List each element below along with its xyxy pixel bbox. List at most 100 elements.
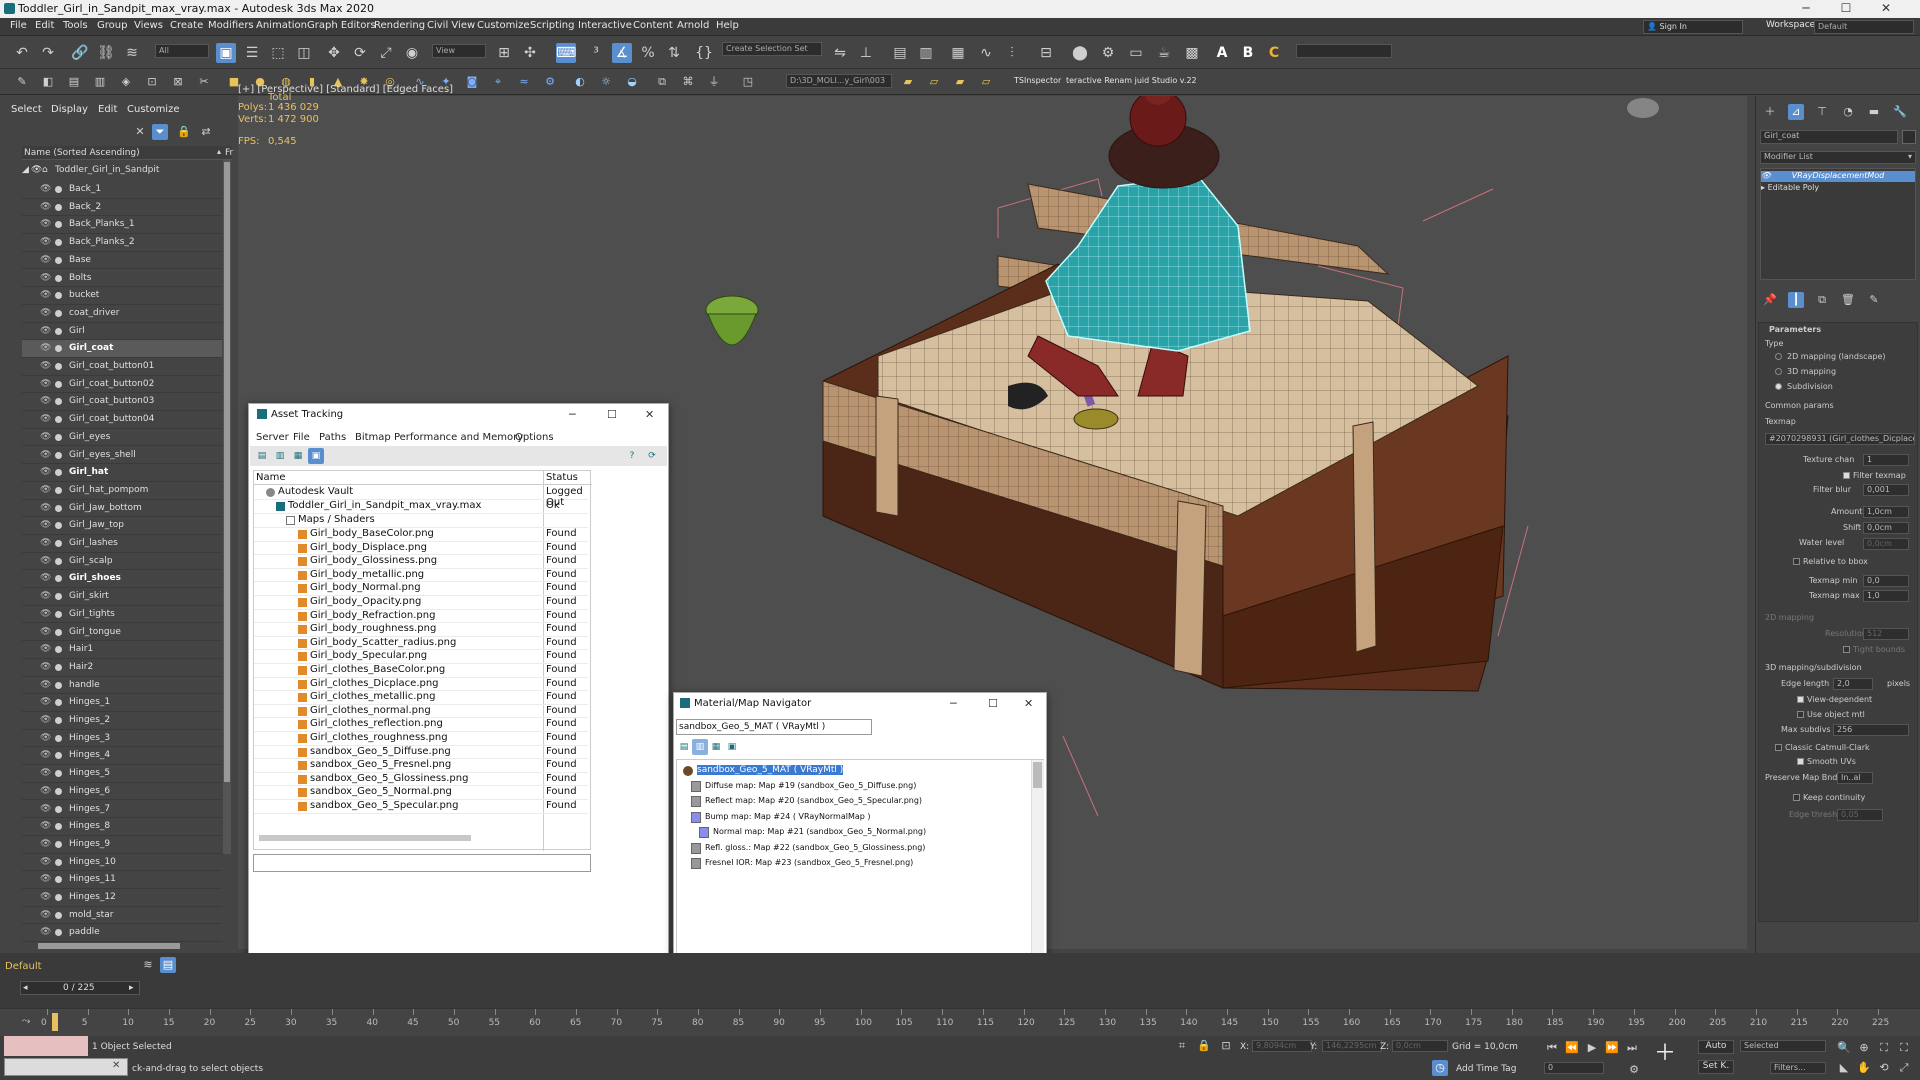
asset-path-field[interactable] (253, 854, 591, 872)
sign-in-dropdown[interactable]: 👤 Sign In (1643, 20, 1743, 34)
list-item[interactable]: 👁 Hair1 (22, 641, 222, 659)
filter-blur-spinner[interactable]: 0,001 (1863, 484, 1909, 496)
ts-inspector[interactable]: TSInspector (1014, 76, 1061, 85)
asset-view-4-icon[interactable]: ▣ (308, 448, 324, 464)
sync-icon[interactable]: ⇄ (198, 124, 214, 140)
object-paint-icon[interactable]: ▤ (66, 74, 82, 90)
freeform-icon[interactable]: ✎ (14, 74, 30, 90)
radio-2d-mapping[interactable] (1775, 353, 1782, 360)
menu-animation[interactable]: Animation (256, 20, 307, 31)
x-coord-field[interactable]: 9,8094cm (1252, 1040, 1312, 1052)
menu-tools[interactable]: Tools (63, 20, 88, 31)
maps-shaders-row[interactable]: Maps / Shaders (254, 514, 588, 528)
eye-icon[interactable]: 👁 (40, 606, 51, 623)
set-key-button[interactable]: Set K. (1698, 1060, 1734, 1074)
list-item[interactable]: 👁 Hinges_2 (22, 712, 222, 730)
next-frame-icon[interactable]: ⏩ (1604, 1040, 1620, 1056)
list-item[interactable]: 👁 Hinges_6 (22, 783, 222, 801)
shift-spinner[interactable]: 0,0cm (1863, 522, 1909, 534)
preserve-map-dropdown[interactable]: In..al (1837, 772, 1873, 784)
timeline[interactable]: ⤳ 0 5 10 15 20 25 30 35 40 45 50 55 60 65 70 75 80 85 90 95… (0, 1008, 1920, 1035)
eye-icon[interactable]: 👁 (40, 694, 51, 711)
create-key-icon[interactable]: ＋ (1654, 1043, 1676, 1065)
eye-icon[interactable]: 👁 (40, 553, 51, 570)
mirror-icon[interactable]: ⇋ (830, 43, 850, 63)
table-row[interactable]: Girl_body_roughness.png Found (254, 623, 588, 637)
rotate-icon[interactable]: ⟳ (350, 43, 370, 63)
eye-icon[interactable]: 👁 (40, 854, 51, 871)
select-object-icon[interactable]: ▣ (216, 43, 236, 63)
navigator-scrollbar-thumb[interactable] (1033, 762, 1042, 788)
graphite-icon[interactable]: ◈ (118, 74, 134, 90)
project-folder-icon[interactable]: ▰ (900, 74, 916, 90)
hscrollbar[interactable] (38, 943, 180, 949)
maximize-icon[interactable]: ☐ (1826, 1, 1866, 15)
list-item[interactable]: 👁 Girl_shoes (22, 570, 222, 589)
material-name-field[interactable]: sandbox_Geo_5_MAT ( VRayMtl ) (676, 719, 872, 735)
configure-sets-icon[interactable]: ✎ (1866, 292, 1882, 308)
list-item[interactable]: 👁 Girl_hat (22, 464, 222, 482)
close-prompt-icon[interactable]: ✕ (112, 1060, 120, 1071)
tab-edit[interactable]: Edit (98, 104, 117, 115)
menu-server[interactable]: Server (256, 432, 289, 443)
z-coord-field[interactable]: 0,0cm (1392, 1040, 1448, 1052)
vray-plane-icon[interactable]: ⏚ (706, 74, 722, 90)
place-icon[interactable]: ◉ (402, 43, 422, 63)
move-icon[interactable]: ✥ (324, 43, 344, 63)
vray-proxy-icon[interactable]: ⧉ (654, 74, 670, 90)
navigator-maximize-icon[interactable]: ☐ (988, 697, 998, 710)
workspace-dropdown[interactable]: Default (1814, 20, 1914, 34)
menu-customize[interactable]: Customize (477, 20, 530, 31)
list-item[interactable]: 👁 Bolts (22, 270, 222, 288)
make-unique-icon[interactable]: ⧉ (1814, 292, 1830, 308)
list-item[interactable]: 👁 Girl_scalp (22, 553, 222, 571)
maximize-viewport-icon[interactable]: ⤢ (1896, 1060, 1912, 1076)
menu-file[interactable]: File (10, 20, 27, 31)
auto-key-button[interactable]: Auto (1698, 1040, 1734, 1054)
pin-stack-icon[interactable]: 📌 (1762, 292, 1778, 308)
parameters-header[interactable]: Parameters (1769, 325, 1821, 334)
list-item[interactable]: 👁 Girl (22, 323, 222, 341)
table-row[interactable]: Girl_clothes_normal.png Found (254, 705, 588, 719)
project-path-dropdown[interactable]: D:\3D_MOLI...y_Girl\003 (786, 74, 892, 88)
table-row[interactable]: Girl_body_Glossiness.png Found (254, 555, 588, 569)
eye-icon[interactable]: 👁 (40, 588, 51, 605)
layer-explorer-icon[interactable]: ▥ (916, 43, 936, 63)
max-subdivs-spinner[interactable]: 256 (1833, 724, 1909, 736)
eye-icon[interactable]: 👁 (40, 783, 51, 800)
table-row[interactable]: sandbox_Geo_5_Glossiness.png Found (254, 773, 588, 787)
dialog-close-icon[interactable]: ✕ (645, 408, 654, 421)
tab-display[interactable]: Display (51, 104, 88, 115)
list-item[interactable]: 👁 Girl_skirt (22, 588, 222, 606)
renamer-tool[interactable]: teractive Renam juid Studio v.22 (1066, 76, 1197, 85)
pivot-icon[interactable]: ⊞ (494, 43, 514, 63)
eye-icon[interactable]: 👁 (40, 323, 51, 340)
bind-spacewarp-icon[interactable]: ≋ (122, 43, 142, 63)
asset-help-icon[interactable]: ? (624, 448, 640, 464)
eye-icon[interactable]: 👁 (40, 624, 51, 641)
menu-edit[interactable]: Edit (35, 20, 54, 31)
tool-7-icon[interactable]: ⊠ (170, 74, 186, 90)
table-row[interactable]: sandbox_Geo_5_Diffuse.png Found (254, 746, 588, 760)
ribbon-icon[interactable]: ▦ (948, 43, 968, 63)
table-row[interactable]: Girl_clothes_reflection.png Found (254, 718, 588, 732)
viewport-layout-dropdown[interactable] (1296, 44, 1392, 58)
menu-create[interactable]: Create (170, 20, 203, 31)
menu-help[interactable]: Help (716, 20, 739, 31)
list-item[interactable]: 👁 Girl_Jaw_top (22, 517, 222, 535)
table-row[interactable]: sandbox_Geo_5_Fresnel.png Found (254, 759, 588, 773)
zoom-extents-icon[interactable]: ⛶ (1876, 1040, 1892, 1056)
menu-group[interactable]: Group (97, 20, 127, 31)
list-item[interactable]: 👁 Girl_coat_button01 (22, 358, 222, 376)
motion-tab-icon[interactable]: ◔ (1840, 104, 1856, 120)
filter-texmap-checkbox[interactable] (1843, 472, 1850, 479)
link-icon[interactable]: 🔗 (70, 43, 90, 63)
eye-icon[interactable]: 👁 (40, 411, 51, 428)
tool-8-icon[interactable]: ✂ (196, 74, 212, 90)
vray-dome-icon[interactable]: ◒ (624, 74, 640, 90)
slider-prev-icon[interactable]: ◂ (23, 983, 28, 993)
eye-icon[interactable]: 👁 (40, 234, 51, 251)
vray-light-icon[interactable]: ◐ (572, 74, 588, 90)
texture-chan-spinner[interactable]: 1 (1863, 454, 1909, 466)
zoom-all-icon[interactable]: ⊕ (1856, 1040, 1872, 1056)
